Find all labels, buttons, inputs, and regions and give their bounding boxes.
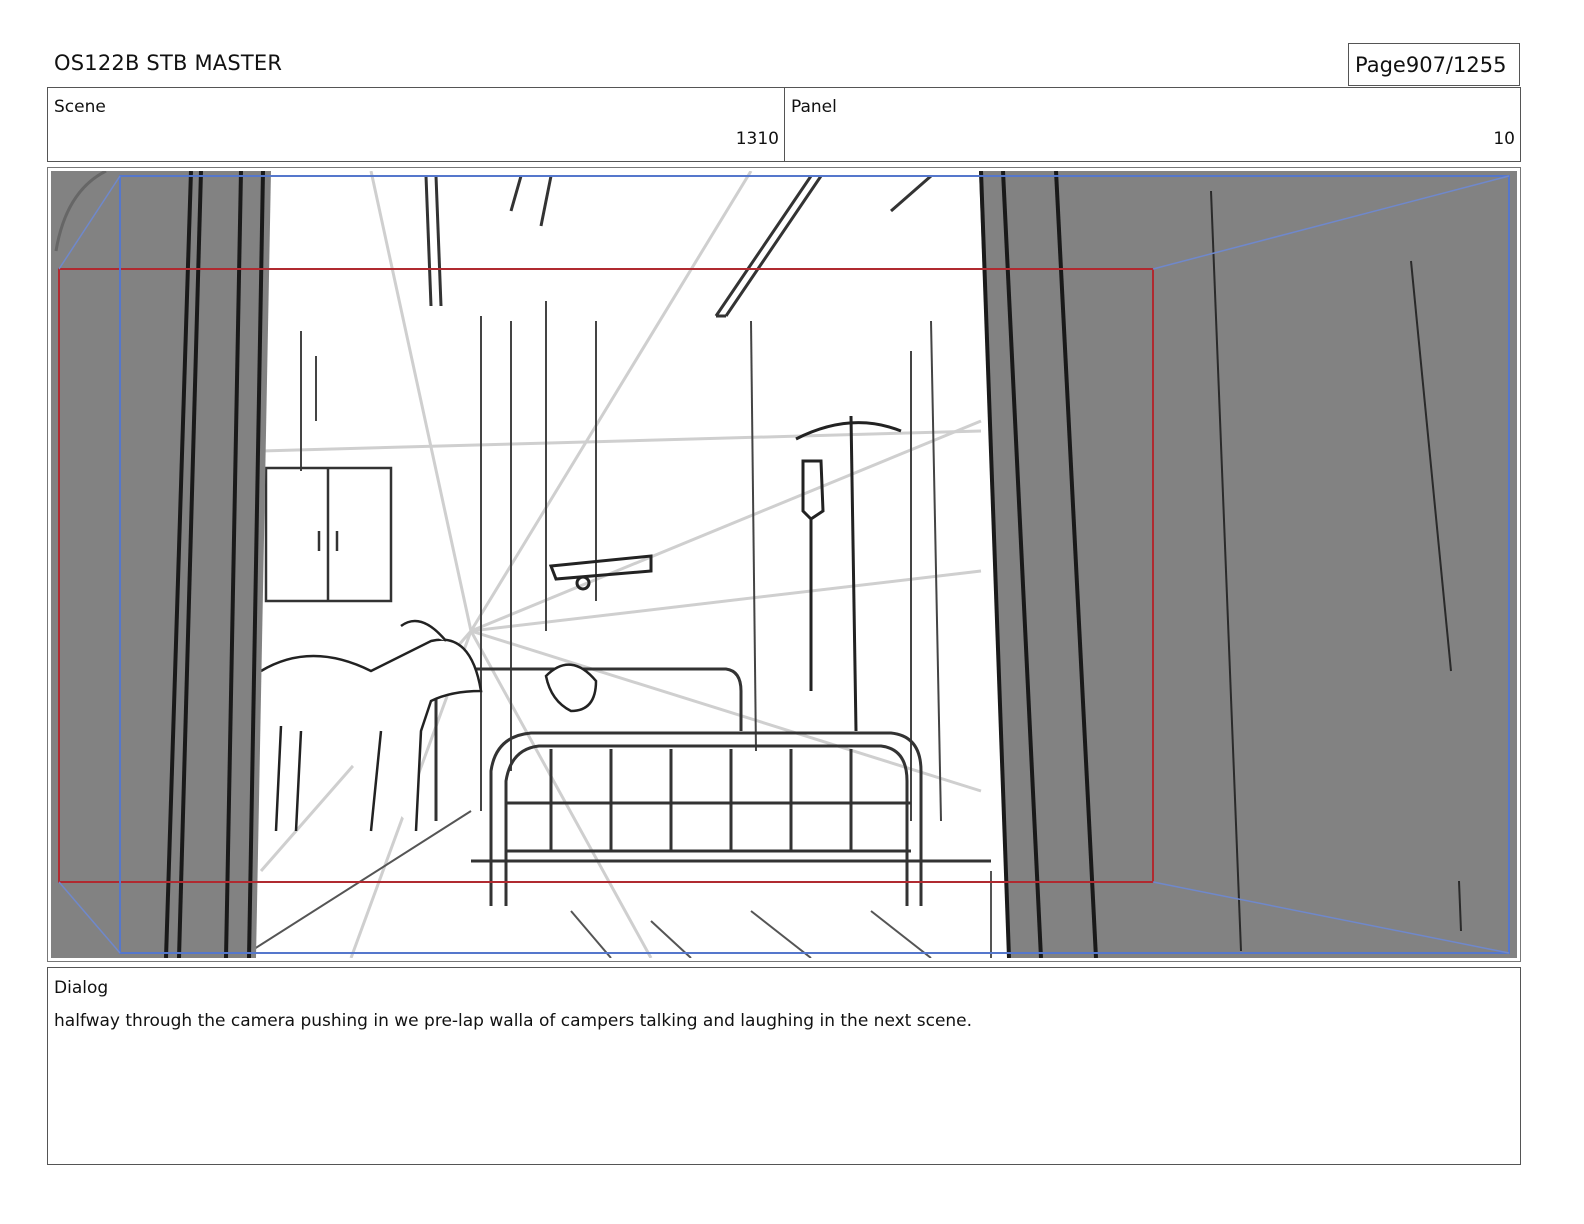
- page-label: Page: [1355, 52, 1406, 77]
- scene-label: Scene: [54, 97, 106, 117]
- panel-number: 10: [1493, 129, 1515, 149]
- right-door-frame: [979, 171, 1517, 958]
- left-door-frame: [51, 171, 271, 958]
- panel-cell: Panel 10: [785, 88, 1520, 161]
- dialog-box: Dialog halfway through the camera pushin…: [47, 967, 1521, 1165]
- scene-panel-row: Scene 1310 Panel 10: [47, 87, 1521, 162]
- document-title: OS122B STB MASTER: [54, 51, 283, 75]
- storyboard-frame: [47, 167, 1521, 962]
- dialog-label: Dialog: [54, 978, 109, 998]
- scene-cell: Scene 1310: [48, 88, 785, 161]
- dialog-text: halfway through the camera pushing in we…: [54, 1011, 973, 1031]
- panel-label: Panel: [791, 97, 837, 117]
- scene-number: 1310: [735, 129, 779, 149]
- storyboard-sketch: [51, 171, 1517, 958]
- page-indicator: Page 907/1255: [1348, 43, 1520, 86]
- page-number: 907/1255: [1405, 52, 1507, 77]
